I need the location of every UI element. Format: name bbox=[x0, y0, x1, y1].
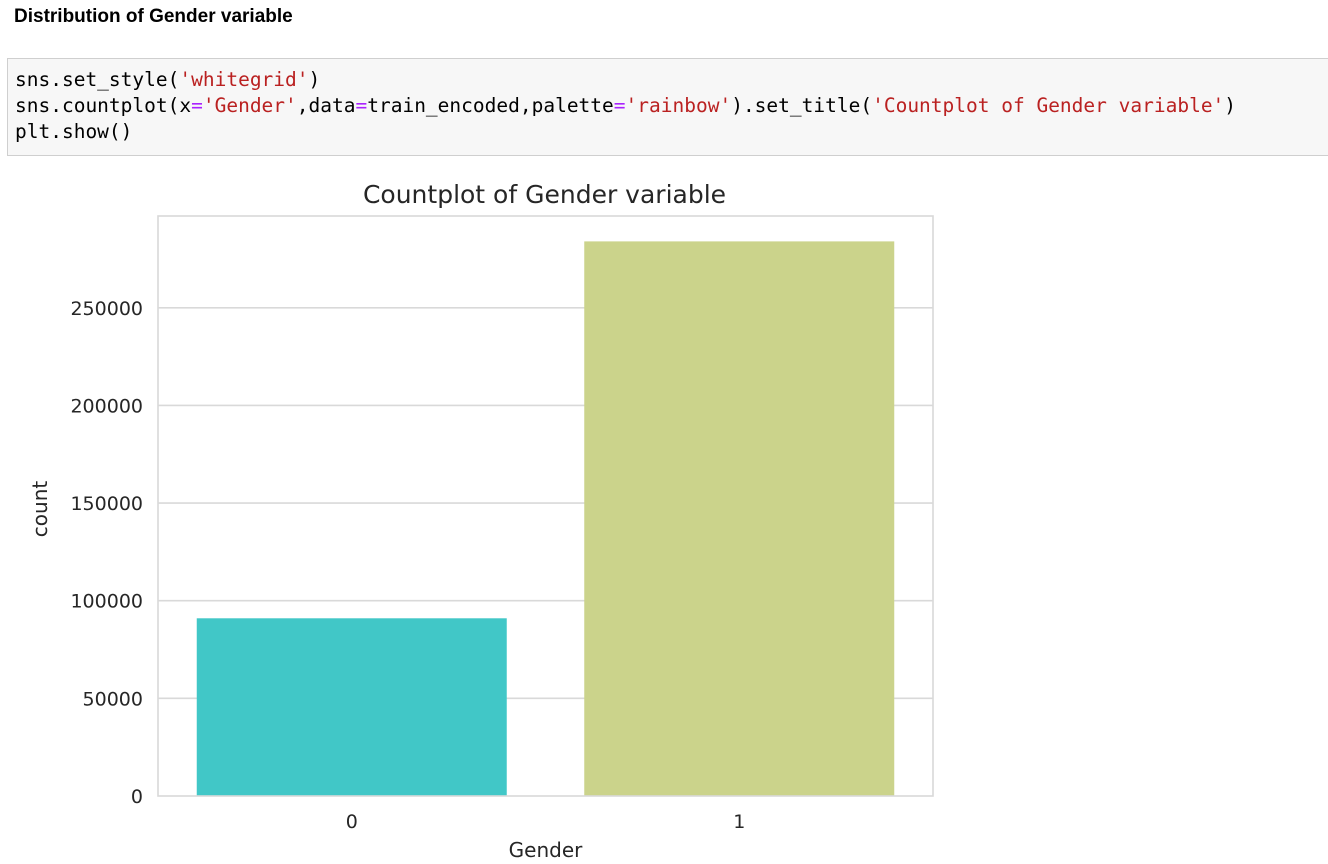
x-tick-label: 1 bbox=[733, 811, 745, 833]
bar-1 bbox=[584, 241, 895, 796]
chart-title: Countplot of Gender variable bbox=[363, 180, 726, 209]
bar-0 bbox=[196, 618, 507, 796]
y-tick-label: 150000 bbox=[70, 493, 143, 515]
y-tick-label: 250000 bbox=[70, 298, 143, 320]
y-tick-label: 50000 bbox=[83, 688, 143, 710]
x-tick-label: 0 bbox=[346, 811, 358, 833]
x-axis-label: Gender bbox=[509, 838, 583, 862]
countplot-chart: 0 50000 100000 150000 200000 250000 0 1 Gender co… bbox=[28, 180, 934, 862]
y-tick-label: 100000 bbox=[70, 591, 143, 613]
y-axis-label: count bbox=[28, 481, 52, 538]
y-tick-label: 0 bbox=[131, 786, 143, 808]
y-tick-label: 200000 bbox=[70, 395, 143, 417]
